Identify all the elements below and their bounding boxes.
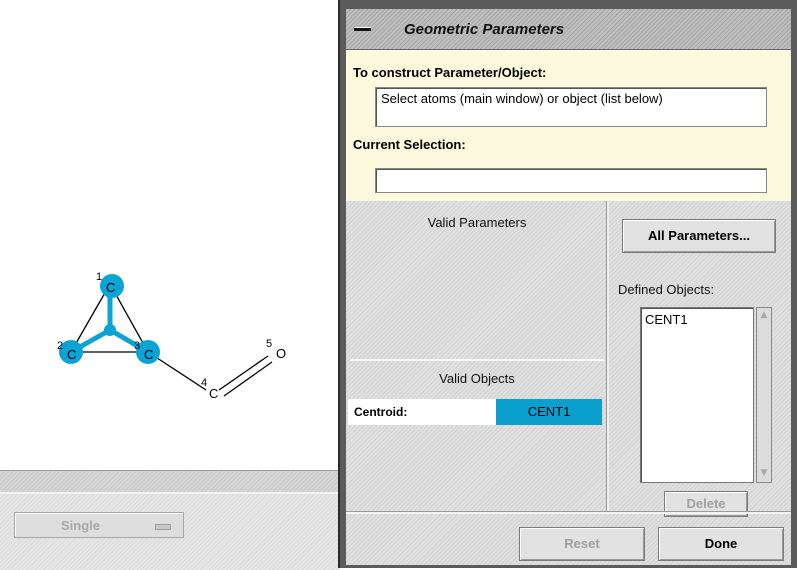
- valid-objects-panel: Valid Objects: [350, 359, 604, 511]
- main-window-separator: [0, 470, 340, 493]
- atom-2-symbol: C: [67, 347, 76, 362]
- dialog-body: Geometric Parameters To construct Parame…: [346, 9, 791, 565]
- defined-objects-list[interactable]: CENT1: [640, 307, 754, 483]
- dialog-title-bar[interactable]: Geometric Parameters: [346, 9, 791, 50]
- current-selection-field[interactable]: [375, 168, 767, 193]
- defined-objects-scrollbar[interactable]: ▲ ▼: [756, 307, 772, 483]
- bond-4-5-a[interactable]: [218, 355, 269, 391]
- list-item[interactable]: CENT1: [645, 312, 688, 327]
- molecule-view[interactable]: C 1 C 2 C 3 C 4 O 5: [0, 0, 340, 470]
- defined-objects-panel: All Parameters... Defined Objects: CENT1…: [612, 201, 791, 517]
- centroid-object-value[interactable]: CENT1: [496, 399, 602, 425]
- atom-5-number: 5: [266, 338, 272, 350]
- atom-4-symbol[interactable]: C: [209, 386, 218, 401]
- scroll-up-icon[interactable]: ▲: [759, 310, 769, 322]
- valid-parameters-label: Valid Parameters: [427, 215, 527, 230]
- option-menu-indicator-icon: [155, 524, 171, 530]
- mode-option-menu[interactable]: Single: [14, 512, 184, 538]
- centroid-type-label: Centroid:: [354, 405, 408, 419]
- valid-object-row-centroid[interactable]: Centroid: CENT1: [348, 399, 602, 425]
- atom-1-number: 1: [96, 271, 102, 283]
- all-parameters-button[interactable]: All Parameters...: [622, 219, 776, 253]
- atom-3-symbol: C: [144, 347, 153, 362]
- reset-button[interactable]: Reset: [519, 527, 645, 561]
- atom-5-symbol[interactable]: O: [276, 346, 286, 361]
- geometric-parameters-dialog: Geometric Parameters To construct Parame…: [338, 0, 797, 568]
- atom-3-number: 3: [134, 340, 140, 352]
- defined-objects-label: Defined Objects:: [618, 282, 715, 297]
- atom-1-symbol: C: [106, 280, 115, 295]
- done-button[interactable]: Done: [658, 527, 784, 561]
- instruction-field: Select atoms (main window) or object (li…: [375, 87, 767, 127]
- dialog-title: Geometric Parameters: [404, 21, 565, 38]
- parameters-area: Valid Parameters Valid Objects Centroid:…: [346, 201, 791, 565]
- scroll-down-icon[interactable]: ▼: [759, 468, 769, 480]
- bond-4-5-b[interactable]: [223, 361, 273, 397]
- atom-2-number: 2: [57, 340, 63, 352]
- centroid-marker[interactable]: [104, 324, 116, 336]
- main-window-control-panel: Single: [0, 492, 340, 570]
- current-selection-label: Current Selection:: [353, 137, 466, 152]
- panel-divider: [606, 201, 609, 511]
- mode-option-label: Single: [61, 518, 101, 533]
- atom-4-number: 4: [201, 377, 207, 389]
- valid-parameters-panel: Valid Parameters: [350, 209, 604, 357]
- construct-label: To construct Parameter/Object:: [353, 65, 547, 80]
- button-row-divider: [346, 511, 791, 514]
- instruction-text: Select atoms (main window) or object (li…: [381, 91, 663, 106]
- valid-objects-label: Valid Objects: [439, 371, 515, 386]
- window-menu-icon[interactable]: [352, 24, 374, 34]
